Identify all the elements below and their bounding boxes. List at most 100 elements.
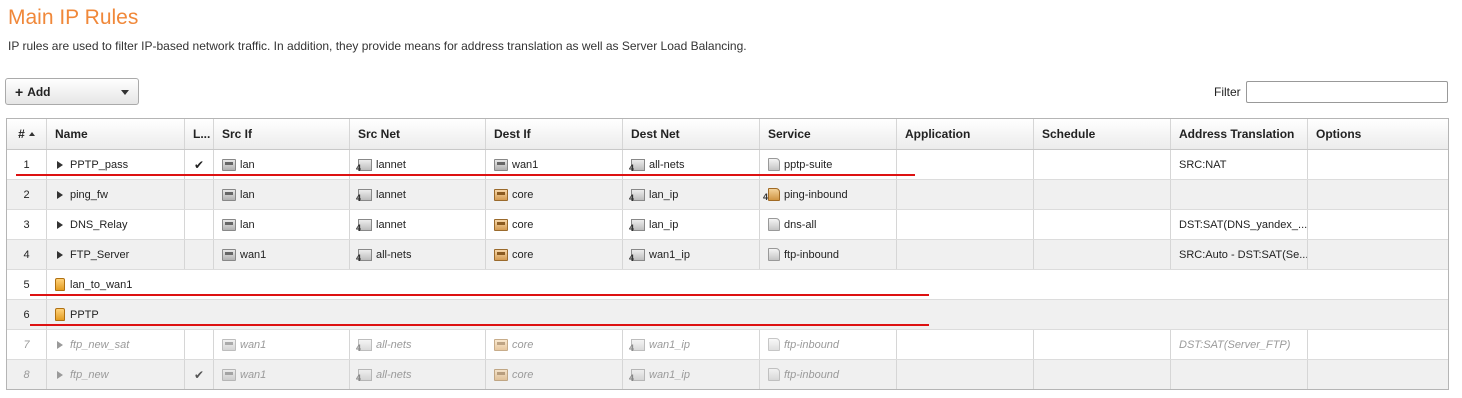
- address-translation-cell: DST:SAT(DNS_yandex_...: [1171, 210, 1308, 239]
- dest-if-cell-value: core: [512, 368, 534, 381]
- application-cell: [897, 330, 1034, 359]
- log-cell: [185, 330, 214, 359]
- service-cell-value: ftp-inbound: [784, 338, 840, 351]
- network-address-icon: [356, 368, 372, 383]
- dest-if-cell-value: core: [512, 338, 534, 351]
- interface-icon: [222, 338, 236, 351]
- column-header-number[interactable]: #: [7, 119, 47, 149]
- table-header: # Name L... Src If Src Net Dest If Dest …: [7, 119, 1448, 150]
- src-net-cell-value: lannet: [376, 158, 406, 171]
- dest-net-cell-value: lan_ip: [649, 188, 679, 201]
- column-header-src-net[interactable]: Src Net: [350, 119, 486, 149]
- schedule-cell: [1034, 330, 1171, 359]
- schedule-cell: [1034, 180, 1171, 209]
- schedule-cell: [1034, 150, 1171, 179]
- row-number: 2: [7, 180, 47, 209]
- options-cell: [1308, 180, 1448, 209]
- dest-net-cell-value: wan1_ip: [649, 368, 690, 381]
- rule-name: PPTP_pass: [70, 158, 129, 171]
- network-address-icon: [629, 188, 645, 203]
- table-body: 1PPTP_pass✔lanlannetwan1all-netspptp-sui…: [7, 150, 1448, 389]
- expand-arrow-icon[interactable]: [57, 340, 63, 349]
- table-row[interactable]: 4 FTP_Server wan1 all-nets core wan1_ip ftp-in…: [7, 240, 1448, 270]
- src-net-cell: lannet: [350, 210, 486, 239]
- column-header-application[interactable]: Application: [897, 119, 1034, 149]
- dest-if-cell: core: [486, 360, 623, 389]
- dest-net-cell-value: wan1_ip: [649, 338, 690, 351]
- add-button-label: Add: [27, 84, 51, 99]
- service-cell: ftp-inbound: [760, 240, 897, 269]
- column-header-src-if[interactable]: Src If: [214, 119, 350, 149]
- annotation-underline: [30, 294, 929, 296]
- expand-arrow-icon[interactable]: [57, 160, 63, 169]
- interface-icon: [494, 158, 508, 171]
- row-number: 4: [7, 240, 47, 269]
- add-button[interactable]: + Add: [5, 78, 139, 105]
- expand-arrow-icon[interactable]: [57, 250, 63, 259]
- rule-name: ping_fw: [70, 188, 108, 201]
- log-checkmark-icon: ✔: [193, 157, 205, 172]
- annotation-underline: [30, 324, 929, 326]
- row-number: 8: [7, 360, 47, 389]
- service-cell: ftp-inbound: [760, 330, 897, 359]
- network-address-icon: [356, 338, 372, 353]
- interface-icon: [494, 338, 508, 351]
- dest-if-cell-value: core: [512, 188, 534, 201]
- log-cell: [185, 180, 214, 209]
- column-header-address-translation[interactable]: Address Translation: [1171, 119, 1308, 149]
- address-translation-cell: [1171, 180, 1308, 209]
- column-header-log[interactable]: L...: [185, 119, 214, 149]
- column-header-service[interactable]: Service: [760, 119, 897, 149]
- options-cell: [1308, 150, 1448, 179]
- address-translation-cell: SRC:Auto - DST:SAT(Se...: [1171, 240, 1308, 269]
- service-icon: [763, 188, 780, 202]
- src-if-cell: wan1: [214, 330, 350, 359]
- rule-name-cell[interactable]: DNS_Relay: [47, 210, 185, 239]
- dest-net-cell: wan1_ip: [623, 360, 760, 389]
- rule-name-cell[interactable]: ftp_new: [47, 360, 185, 389]
- src-net-cell-value: all-nets: [376, 368, 412, 381]
- src-net-cell-value: lannet: [376, 218, 406, 231]
- dest-if-cell: core: [486, 180, 623, 209]
- table-row[interactable]: 7 ftp_new_sat wan1 all-nets core wan1_ip ftp-i…: [7, 330, 1448, 360]
- interface-icon: [222, 218, 236, 231]
- row-number: 7: [7, 330, 47, 359]
- src-net-cell: lannet: [350, 180, 486, 209]
- row-number: 3: [7, 210, 47, 239]
- table-row[interactable]: 8 ftp_new ✔ wan1 all-nets core wan1_ip ftp-inbo…: [7, 360, 1448, 389]
- service-cell-value: ftp-inbound: [784, 368, 840, 381]
- interface-icon: [222, 248, 236, 261]
- network-address-icon: [629, 338, 645, 353]
- filter-input[interactable]: [1246, 81, 1448, 103]
- src-net-cell: all-nets: [350, 360, 486, 389]
- table-row[interactable]: 3 DNS_Relay lan lannet core lan_ip dns-all DST:…: [7, 210, 1448, 240]
- rule-name-cell[interactable]: ftp_new_sat: [47, 330, 185, 359]
- column-header-dest-if[interactable]: Dest If: [486, 119, 623, 149]
- src-if-cell: wan1: [214, 360, 350, 389]
- src-if-cell-value: wan1: [240, 338, 267, 351]
- options-cell: [1308, 210, 1448, 239]
- dest-if-cell-value: core: [512, 218, 534, 231]
- src-net-cell: all-nets: [350, 240, 486, 269]
- service-cell-value: dns-all: [784, 218, 817, 231]
- service-cell: ftp-inbound: [760, 360, 897, 389]
- table-row[interactable]: 2 ping_fw lan lannet core lan_ip ping-inbound: [7, 180, 1448, 210]
- column-header-options[interactable]: Options: [1308, 119, 1448, 149]
- rule-name: ftp_new_sat: [70, 338, 130, 351]
- rule-name-cell[interactable]: FTP_Server: [47, 240, 185, 269]
- column-header-schedule[interactable]: Schedule: [1034, 119, 1171, 149]
- filter-label: Filter: [1214, 85, 1241, 99]
- expand-arrow-icon[interactable]: [57, 220, 63, 229]
- rule-name-cell[interactable]: ping_fw: [47, 180, 185, 209]
- column-header-name[interactable]: Name: [47, 119, 185, 149]
- service-icon: [768, 158, 780, 171]
- log-cell: [185, 240, 214, 269]
- expand-arrow-icon[interactable]: [57, 190, 63, 199]
- service-icon: [768, 248, 780, 261]
- dest-net-cell: lan_ip: [623, 180, 760, 209]
- column-header-dest-net[interactable]: Dest Net: [623, 119, 760, 149]
- expand-arrow-icon[interactable]: [57, 370, 63, 379]
- folder-icon: [55, 278, 65, 291]
- options-cell: [1308, 240, 1448, 269]
- service-cell: dns-all: [760, 210, 897, 239]
